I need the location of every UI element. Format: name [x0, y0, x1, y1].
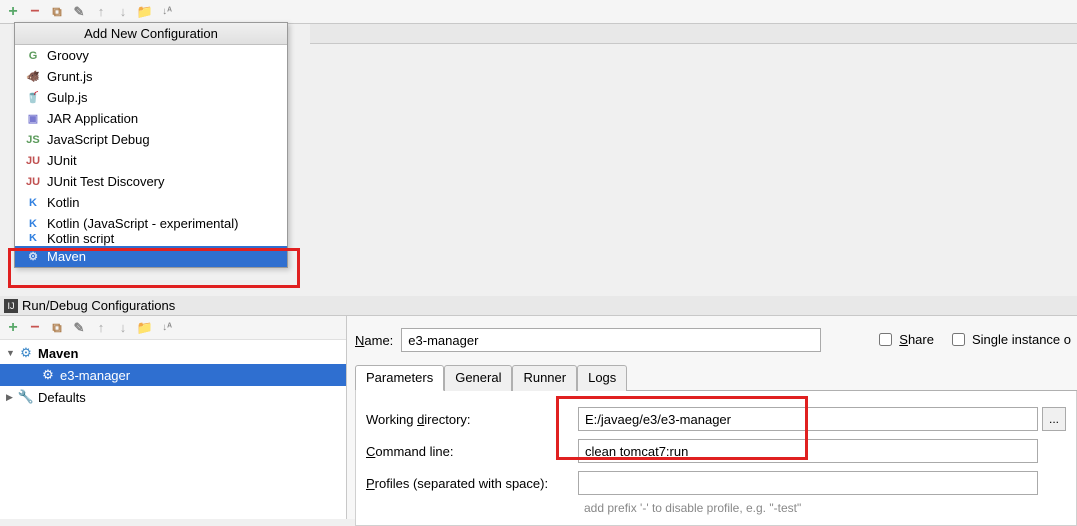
- move-down-button[interactable]: ↓: [114, 3, 132, 21]
- config-tree-panel: + − ⧉ ✎ ↑ ↓ 📁 ↓ᴬ ▼ ⚙ Maven ⚙ e3-manager: [0, 316, 347, 519]
- panel-title: Run/Debug Configurations: [22, 298, 175, 313]
- gear-icon: ⚙: [18, 345, 34, 361]
- kotlin-script-icon: K: [25, 234, 41, 246]
- dropdown-item-gulp-js[interactable]: 🥤 Gulp.js: [15, 87, 287, 108]
- profiles-hint: add prefix '-' to disable profile, e.g. …: [584, 501, 1066, 515]
- dropdown-item-label: Groovy: [47, 48, 89, 63]
- add-button[interactable]: +: [4, 3, 22, 21]
- share-checkbox[interactable]: Share: [875, 330, 934, 349]
- javascript-debug-icon: JS: [25, 132, 41, 148]
- dropdown-item-label: JUnit Test Discovery: [47, 174, 165, 189]
- dropdown-item-maven[interactable]: ⚙ Maven: [15, 246, 287, 267]
- share-checkbox-box[interactable]: [879, 333, 892, 346]
- dropdown-item-label: JAR Application: [47, 111, 138, 126]
- dropdown-item-kotlin[interactable]: K Kotlin: [15, 192, 287, 213]
- dropdown-item-label: Maven: [47, 249, 86, 264]
- dropdown-item-label: Gulp.js: [47, 90, 87, 105]
- tree-label-child: e3-manager: [60, 368, 130, 383]
- tab-general[interactable]: General: [444, 365, 512, 391]
- dropdown-item-label: Kotlin script: [47, 234, 114, 246]
- sort-button-2[interactable]: ↓ᴬ: [158, 319, 176, 337]
- sort-button[interactable]: ↓ᴬ: [158, 3, 176, 21]
- tree-node-defaults[interactable]: ▶ 🔧 Defaults: [0, 386, 346, 408]
- edit-button-2[interactable]: ✎: [70, 319, 88, 337]
- tree-node-maven[interactable]: ▼ ⚙ Maven: [0, 342, 346, 364]
- tab-runner[interactable]: Runner: [512, 365, 577, 391]
- gulp-js-icon: 🥤: [25, 90, 41, 106]
- dropdown-item-jar-application[interactable]: ▣ JAR Application: [15, 108, 287, 129]
- grunt-js-icon: 🐗: [25, 69, 41, 85]
- profiles-label: Profiles (separated with space):: [366, 476, 578, 491]
- ide-icon: IJ: [4, 299, 18, 313]
- panel-title-bar: IJ Run/Debug Configurations: [0, 296, 1077, 316]
- kotlin-icon: K: [25, 195, 41, 211]
- wrench-icon: 🔧: [18, 389, 34, 405]
- dropdown-header: Add New Configuration: [15, 23, 287, 45]
- tab-logs[interactable]: Logs: [577, 365, 627, 391]
- single-instance-box[interactable]: [952, 333, 965, 346]
- move-up-button[interactable]: ↑: [92, 3, 110, 21]
- dropdown-item-junit-test-discovery[interactable]: JU JUnit Test Discovery: [15, 171, 287, 192]
- dropdown-item-label: Grunt.js: [47, 69, 93, 84]
- junit-icon: JU: [25, 153, 41, 169]
- left-toolbar: + − ⧉ ✎ ↑ ↓ 📁 ↓ᴬ: [0, 316, 346, 340]
- dropdown-item-javascript-debug[interactable]: JS JavaScript Debug: [15, 129, 287, 150]
- dropdown-item-junit[interactable]: JU JUnit: [15, 150, 287, 171]
- config-form: Name: Share Single instance o Parameters…: [347, 316, 1077, 519]
- tabs: ParametersGeneralRunnerLogs: [355, 364, 1077, 391]
- dropdown-item-kotlin-javascript-experimental-[interactable]: K Kotlin (JavaScript - experimental): [15, 213, 287, 234]
- top-toolbar: + − ⧉ ✎ ↑ ↓ 📁 ↓ᴬ: [0, 0, 1077, 24]
- jar-application-icon: ▣: [25, 111, 41, 127]
- browse-button[interactable]: ...: [1042, 407, 1066, 431]
- dropdown-item-groovy[interactable]: G Groovy: [15, 45, 287, 66]
- working-directory-input[interactable]: [578, 407, 1038, 431]
- profiles-input[interactable]: [578, 471, 1038, 495]
- tree-label-maven: Maven: [38, 346, 78, 361]
- dropdown-item-label: JUnit: [47, 153, 77, 168]
- junit-test-discovery-icon: JU: [25, 174, 41, 190]
- add-button-2[interactable]: +: [4, 319, 22, 337]
- name-input[interactable]: [401, 328, 821, 352]
- dropdown-item-kotlin-script[interactable]: K Kotlin script: [15, 234, 287, 246]
- remove-button[interactable]: −: [26, 3, 44, 21]
- move-up-button-2[interactable]: ↑: [92, 319, 110, 337]
- maven-icon: ⚙: [25, 249, 41, 265]
- folder-button[interactable]: 📁: [136, 3, 154, 21]
- toolbar-extension: [310, 24, 1077, 44]
- config-tree: ▼ ⚙ Maven ⚙ e3-manager ▶ 🔧 Defaults: [0, 340, 346, 408]
- kotlin-javascript-experimental--icon: K: [25, 216, 41, 232]
- gear-icon: ⚙: [40, 367, 56, 383]
- expand-icon[interactable]: ▶: [6, 392, 18, 403]
- dropdown-item-label: JavaScript Debug: [47, 132, 150, 147]
- expand-icon[interactable]: ▼: [6, 348, 18, 358]
- name-label: Name:: [355, 333, 393, 348]
- dropdown-item-grunt-js[interactable]: 🐗 Grunt.js: [15, 66, 287, 87]
- copy-button[interactable]: ⧉: [48, 3, 66, 21]
- tree-node-e3-manager[interactable]: ⚙ e3-manager: [0, 364, 346, 386]
- remove-button-2[interactable]: −: [26, 319, 44, 337]
- tree-label-defaults: Defaults: [38, 390, 86, 405]
- command-line-label: Command line:: [366, 444, 578, 459]
- tab-parameters[interactable]: Parameters: [355, 365, 444, 391]
- working-directory-label: Working directory:: [366, 412, 578, 427]
- parameters-tab-content: Working directory: ... Command line: Pro…: [355, 391, 1077, 526]
- copy-button-2[interactable]: ⧉: [48, 319, 66, 337]
- single-instance-checkbox[interactable]: Single instance o: [948, 330, 1071, 349]
- groovy-icon: G: [25, 48, 41, 64]
- move-down-button-2[interactable]: ↓: [114, 319, 132, 337]
- add-config-dropdown: Add New Configuration G Groovy 🐗 Grunt.js 🥤 G…: [14, 22, 288, 268]
- edit-button[interactable]: ✎: [70, 3, 88, 21]
- folder-button-2[interactable]: 📁: [136, 319, 154, 337]
- dropdown-item-label: Kotlin (JavaScript - experimental): [47, 216, 238, 231]
- dropdown-item-label: Kotlin: [47, 195, 80, 210]
- command-line-input[interactable]: [578, 439, 1038, 463]
